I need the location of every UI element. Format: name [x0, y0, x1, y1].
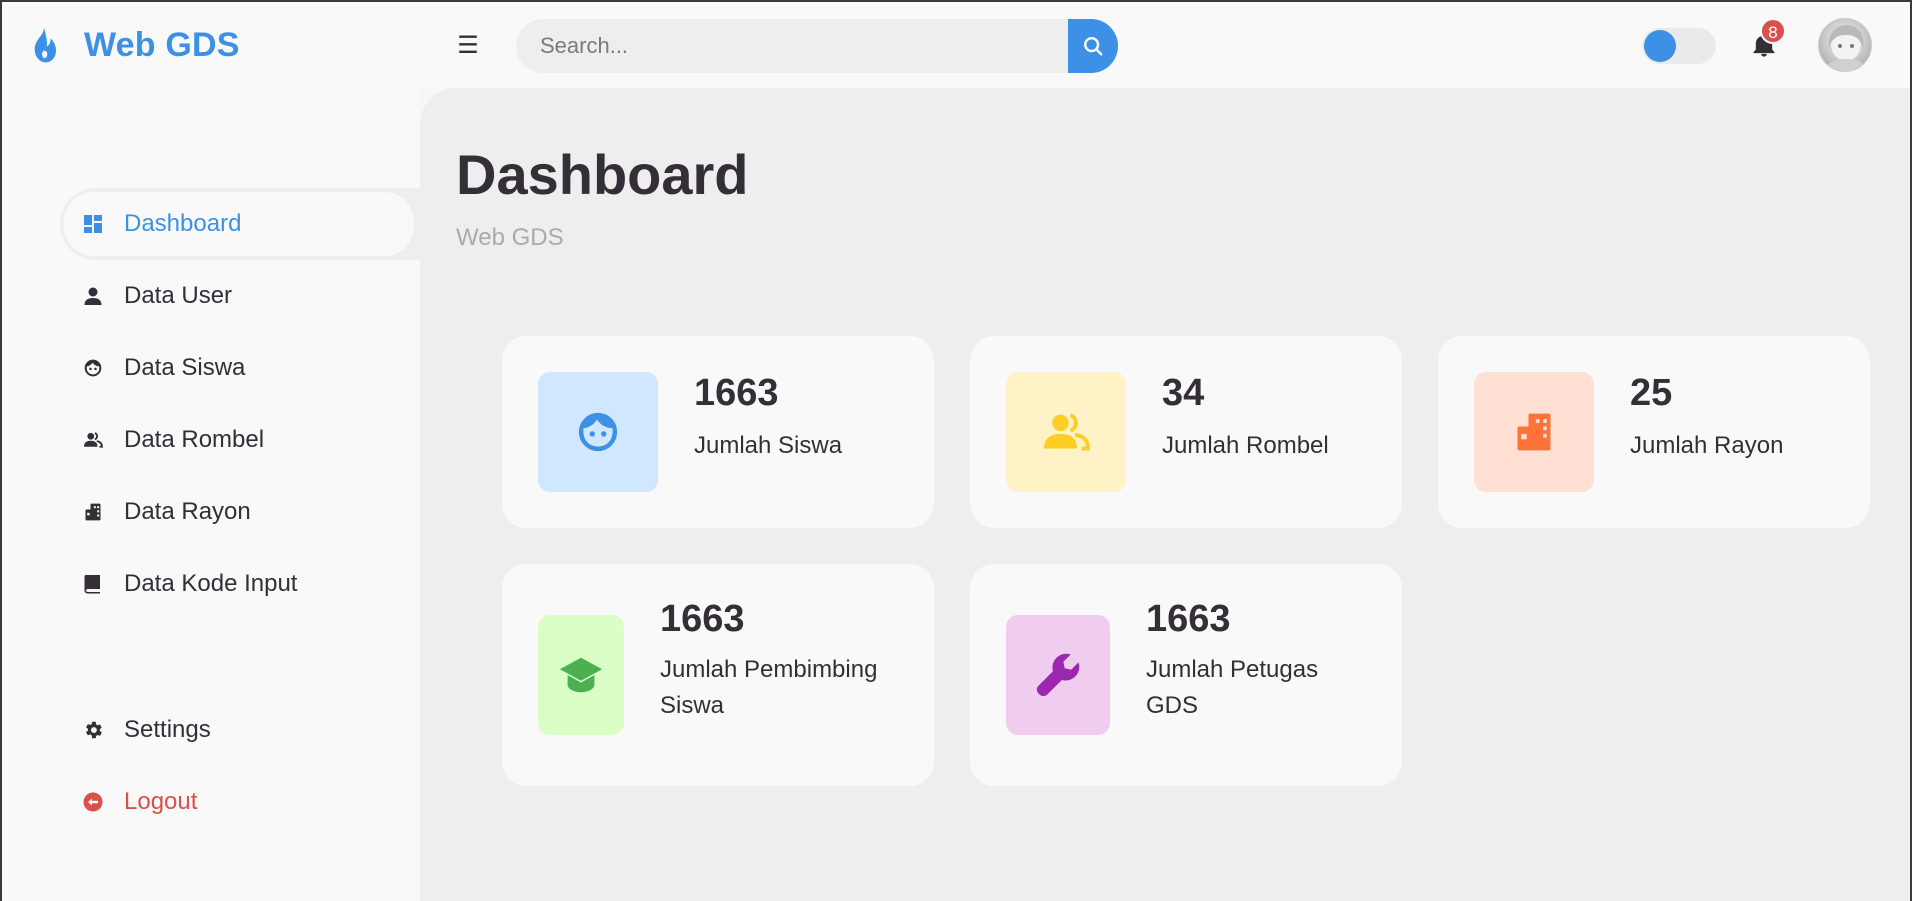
stat-value: 1663 — [660, 598, 745, 640]
brand[interactable]: Web GDS — [28, 20, 240, 70]
stat-value: 34 — [1162, 372, 1205, 414]
dashboard-icon — [82, 213, 104, 235]
stat-card-rayon[interactable]: 25 Jumlah Rayon — [1438, 336, 1870, 528]
sidebar-item-data-rombel[interactable]: Data Rombel — [60, 404, 420, 476]
stat-icon-box — [538, 372, 658, 492]
building-icon — [1517, 413, 1551, 451]
sidebar-item-label: Data Kode Input — [124, 570, 298, 597]
stat-label: Jumlah Siswa — [694, 432, 843, 459]
notification-button[interactable]: 8 — [1750, 18, 1786, 62]
stat-icon-box — [538, 615, 624, 735]
switch-knob — [1644, 30, 1676, 62]
stat-label: Jumlah Pembimbing Siswa — [660, 656, 878, 719]
flame-icon — [34, 27, 56, 63]
wrench-icon — [1036, 653, 1080, 697]
sidebar-item-label: Data Rayon — [124, 498, 251, 525]
search-form — [516, 19, 1118, 73]
sidebar-item-label: Data Siswa — [124, 354, 246, 381]
sidebar-item-label: Settings — [124, 716, 211, 743]
stat-label: Jumlah Rombel — [1162, 432, 1329, 459]
search-input[interactable] — [516, 19, 1068, 73]
stat-card-pembimbing[interactable]: 1663 Jumlah Pembimbing Siswa — [502, 564, 934, 786]
sidebar-item-data-rayon[interactable]: Data Rayon — [60, 476, 420, 548]
page-title: Dashboard — [456, 143, 749, 206]
sidebar-item-data-kode-input[interactable]: Data Kode Input — [60, 548, 420, 620]
stat-label: Jumlah Petugas GDS — [1146, 656, 1319, 719]
sidebar-item-label: Data Rombel — [124, 426, 265, 453]
building-icon — [82, 501, 104, 523]
stat-label: Jumlah Rayon — [1630, 432, 1784, 459]
book-icon — [82, 573, 104, 595]
search-icon — [1084, 37, 1103, 56]
sidebar-item-label: Logout — [124, 788, 198, 815]
sidebar-item-logout[interactable]: Logout — [60, 766, 420, 838]
sidebar-item-label: Data User — [124, 282, 233, 309]
stat-value: 1663 — [694, 372, 779, 414]
brand-name: Web GDS — [84, 25, 240, 64]
side-menu-bottom: Settings Logout — [60, 694, 420, 838]
stat-value: 1663 — [1146, 598, 1231, 640]
avatar[interactable] — [1818, 18, 1872, 72]
stat-icon-box — [1474, 372, 1594, 492]
group-icon — [1044, 413, 1090, 451]
sidebar-item-data-siswa[interactable]: Data Siswa — [60, 332, 420, 404]
main-content: Dashboard Web GDS 1663 Jumlah Siswa 34 J… — [420, 88, 1910, 901]
search-button[interactable] — [1068, 19, 1118, 73]
gear-icon — [82, 719, 104, 741]
stat-icon-box — [1006, 372, 1126, 492]
notification-count-badge: 8 — [1760, 18, 1786, 44]
stat-card-siswa[interactable]: 1663 Jumlah Siswa — [502, 336, 934, 528]
side-menu: Dashboard Data User Data Siswa Data Romb… — [60, 188, 420, 620]
profile-picture-icon — [1825, 25, 1867, 71]
group-icon — [82, 429, 104, 451]
sidebar-item-data-user[interactable]: Data User — [60, 260, 420, 332]
menu-toggle-icon[interactable]: ☰ — [454, 32, 482, 60]
face-icon — [578, 412, 618, 452]
user-icon — [82, 285, 104, 307]
breadcrumb: Web GDS — [456, 224, 564, 251]
sidebar-item-dashboard[interactable]: Dashboard — [60, 188, 420, 260]
face-icon — [82, 357, 104, 379]
dark-mode-switch[interactable] — [1642, 28, 1716, 64]
graduation-cap-icon — [559, 657, 603, 693]
stat-icon-box — [1006, 615, 1110, 735]
top-navbar: Web GDS ☰ 8 — [2, 2, 1910, 88]
stat-card-rombel[interactable]: 34 Jumlah Rombel — [970, 336, 1402, 528]
stat-value: 25 — [1630, 372, 1673, 414]
stat-card-petugas[interactable]: 1663 Jumlah Petugas GDS — [970, 564, 1402, 786]
sidebar-item-label: Dashboard — [124, 210, 242, 237]
logout-icon — [82, 791, 104, 813]
sidebar-item-settings[interactable]: Settings — [60, 694, 420, 766]
